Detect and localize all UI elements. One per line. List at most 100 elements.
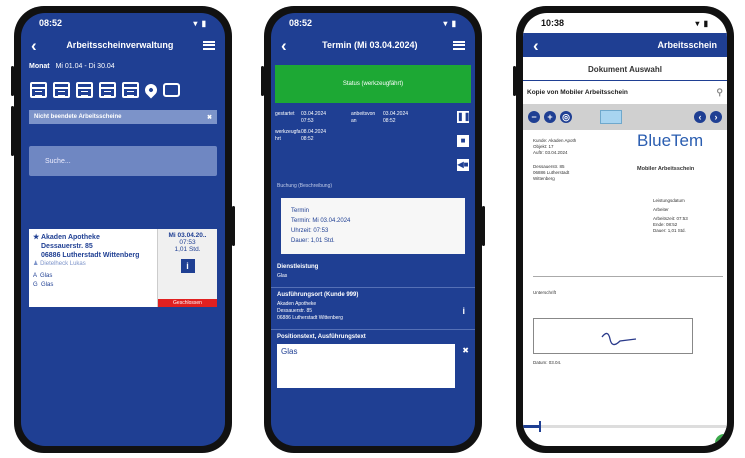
side-button [232, 206, 235, 246]
doc-text-line: Dauer: 1,01 Std. [653, 228, 686, 233]
list-item[interactable]: ★ Akaden Apotheke Dessauerstr. 85 06886 … [29, 229, 217, 307]
map-pin-icon[interactable] [142, 81, 160, 99]
positionstext-field[interactable]: Glas [277, 344, 455, 388]
address-line: Dessauerstr. 85 [277, 308, 313, 314]
ended-value: 03.04.2024 08:52 [383, 111, 409, 124]
address-line: Akaden Apotheke [277, 301, 317, 307]
status-bar: 08:52 ▾ ▮ [271, 13, 475, 33]
page-thumbnail[interactable] [600, 110, 622, 124]
calendar-icon[interactable] [122, 82, 139, 98]
doc-text-line: Arbeiter [653, 207, 669, 212]
star-icon: ★ [33, 234, 40, 241]
date-label: Datum: 03.04. [533, 360, 562, 365]
pause-button[interactable]: ❚❚ [457, 111, 470, 123]
chat-icon[interactable] [163, 83, 180, 97]
page-slider[interactable] [523, 421, 727, 432]
started-label: gestartet [275, 111, 295, 117]
search-placeholder: Suche... [45, 157, 71, 165]
duration-label: werkzeugfa hrt [275, 129, 301, 142]
phone-frame-2: 08:52 ▾ ▮ ‹ Termin (Mi 03.04.2024) Statu… [261, 6, 485, 453]
search-input[interactable]: Suche... [29, 146, 217, 176]
stop-button[interactable]: ■ [457, 135, 469, 147]
divider [533, 276, 723, 277]
action-fab[interactable] [715, 434, 727, 446]
side-button [11, 106, 14, 156]
screen-termin: 08:52 ▾ ▮ ‹ Termin (Mi 03.04.2024) Statu… [271, 13, 475, 446]
viewer-toolbar: − + ◎ ‹ › [523, 104, 727, 130]
page-title: Arbeitsscheinverwaltung [66, 40, 174, 50]
doc-text-line: Auftr: 03.04.2024 [533, 150, 568, 155]
side-button [513, 66, 516, 96]
hamburger-menu-icon[interactable] [452, 40, 465, 50]
app-header: ‹ Arbeitsscheinverwaltung [21, 33, 225, 57]
next-page-icon[interactable]: › [710, 111, 722, 123]
app-header: ‹ Termin (Mi 03.04.2024) [271, 33, 475, 57]
page-slider-handle[interactable] [539, 421, 542, 432]
clear-icon[interactable]: ✖ [207, 114, 212, 121]
dienstleistung-value: Glas [277, 273, 288, 279]
doc-text-line: Wittenberg [533, 176, 555, 181]
hamburger-menu-icon[interactable] [202, 40, 215, 50]
doc-subtitle: Mobiler Arbeitsschein [637, 166, 695, 172]
reset-zoom-icon[interactable]: ◎ [560, 111, 572, 123]
phone-frame-3: 10:38 ▾ ▮ ‹ Arbeitsschein Dokument Auswa… [513, 6, 734, 453]
status-time: 08:52 [39, 18, 63, 28]
calendar-list-icon[interactable] [99, 82, 116, 98]
search-icon[interactable]: ⚲ [716, 87, 723, 98]
signature-icon [601, 332, 637, 346]
divider [271, 287, 475, 288]
signal-icon: ▾ ▮ [443, 18, 457, 28]
delete-icon[interactable]: ✖ [462, 346, 469, 355]
status-time: 10:38 [541, 18, 565, 28]
doc-title: Dokument Auswahl [588, 65, 662, 74]
employee-name: Dietelheck Lukas [40, 261, 86, 267]
termin-date: Termin: Mi 03.04.2024 [291, 218, 351, 224]
status-bar: 08:52 ▾ ▮ [21, 13, 225, 33]
signal-icon: ▾ ▮ [193, 18, 207, 28]
month-range: Monat Mi 01.04 - Di 30.04 [21, 57, 225, 76]
page-slider-fill [523, 425, 540, 428]
info-icon[interactable]: i [462, 306, 465, 316]
list-item-details: ★ Akaden Apotheke Dessauerstr. 85 06886 … [29, 229, 157, 307]
status-time: 08:52 [289, 18, 313, 28]
month-value: Mi 01.04 - Di 30.04 [55, 63, 115, 70]
divider [271, 329, 475, 330]
action-button[interactable]: ◀■ [457, 159, 469, 171]
calendar-day-icon[interactable] [30, 82, 47, 98]
person-icon: ♟ [33, 261, 39, 267]
positionstext-label: Positionstext, Ausführungstext [277, 334, 366, 340]
filter-dropdown[interactable]: Nicht beendete Arbeitsscheine ✖ [29, 110, 217, 124]
document-select[interactable]: Kopie von Mobiler Arbeitsschein ⚲ [523, 81, 727, 104]
side-button [482, 206, 485, 246]
screen-arbeitsscheinverwaltung: 08:52 ▾ ▮ ‹ Arbeitsscheinverwaltung Mona… [21, 13, 225, 446]
document-name: Kopie von Mobiler Arbeitsschein [527, 89, 628, 96]
started-value: 03.04.2024 07:53 [301, 111, 327, 124]
customer-street: Dessauerstr. 85 [41, 243, 93, 250]
filter-dropdown-value: Nicht beendete Arbeitsscheine [34, 114, 122, 120]
back-icon[interactable]: ‹ [533, 37, 539, 54]
zoom-in-icon[interactable]: + [544, 111, 556, 123]
side-button [261, 66, 264, 96]
item-label: Glas [41, 282, 54, 288]
status-button-label: Status (werkzeugfährt) [342, 81, 404, 87]
back-icon[interactable]: ‹ [31, 37, 37, 54]
signature-label: Unterschrift [533, 290, 557, 295]
appointment-duration: 1,01 Std. [174, 246, 201, 253]
page-title: Arbeitsschein [657, 40, 717, 50]
phone-frame-1: 08:52 ▾ ▮ ‹ Arbeitsscheinverwaltung Mona… [11, 6, 235, 453]
status-button[interactable]: Status (werkzeugfährt) [275, 65, 471, 103]
address-line: 06886 Lutherstadt Wittenberg [277, 315, 343, 321]
back-icon[interactable]: ‹ [281, 37, 287, 54]
calendar-week-icon[interactable] [53, 82, 70, 98]
page-title: Termin (Mi 03.04.2024) [322, 40, 418, 50]
company-logo: BlueTem [637, 131, 704, 150]
side-button [11, 66, 14, 96]
doc-text-line: Leistungsdatum [653, 198, 685, 203]
termin-box: Termin Termin: Mi 03.04.2024 Uhrzeit: 07… [281, 198, 465, 254]
zoom-out-icon[interactable]: − [528, 111, 540, 123]
prev-page-icon[interactable]: ‹ [694, 111, 706, 123]
app-header: ‹ Arbeitsschein [523, 33, 727, 57]
calendar-month-icon[interactable] [76, 82, 93, 98]
item-code: A [33, 273, 37, 279]
info-icon[interactable]: i [180, 259, 195, 273]
